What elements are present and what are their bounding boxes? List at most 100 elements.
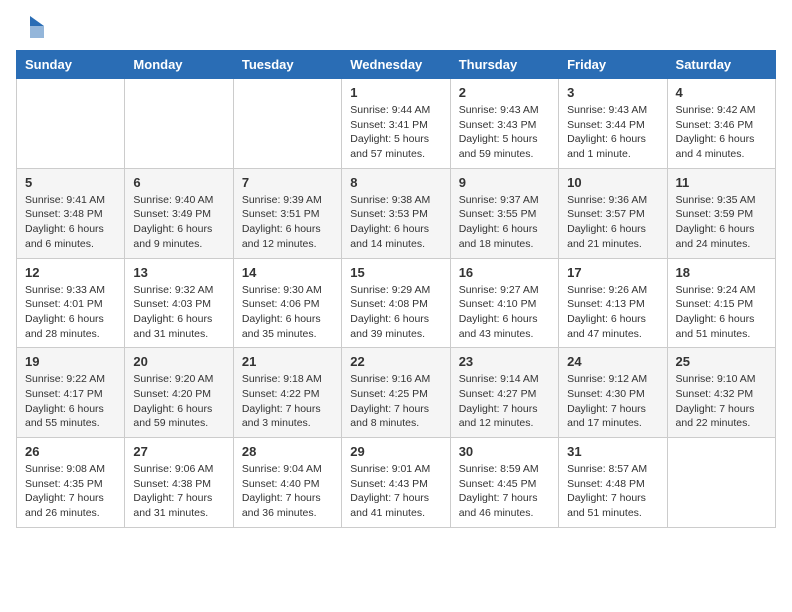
day-info: Sunrise: 9:24 AM Sunset: 4:15 PM Dayligh…: [676, 283, 767, 342]
day-number: 10: [567, 175, 658, 190]
day-number: 8: [350, 175, 441, 190]
day-info: Sunrise: 9:37 AM Sunset: 3:55 PM Dayligh…: [459, 193, 550, 252]
day-of-week-header: Saturday: [667, 51, 775, 79]
day-number: 18: [676, 265, 767, 280]
calendar-cell: 2 Sunrise: 9:43 AM Sunset: 3:43 PM Daylig…: [450, 79, 558, 169]
calendar-cell: [125, 79, 233, 169]
calendar-cell: 26 Sunrise: 9:08 AM Sunset: 4:35 PM Dayli…: [17, 438, 125, 528]
calendar-cell: 23 Sunrise: 9:14 AM Sunset: 4:27 PM Dayli…: [450, 348, 558, 438]
day-info: Sunrise: 9:27 AM Sunset: 4:10 PM Dayligh…: [459, 283, 550, 342]
day-number: 7: [242, 175, 333, 190]
day-info: Sunrise: 8:59 AM Sunset: 4:45 PM Dayligh…: [459, 462, 550, 521]
calendar-cell: 1 Sunrise: 9:44 AM Sunset: 3:41 PM Daylig…: [342, 79, 450, 169]
day-info: Sunrise: 9:12 AM Sunset: 4:30 PM Dayligh…: [567, 372, 658, 431]
day-info: Sunrise: 9:08 AM Sunset: 4:35 PM Dayligh…: [25, 462, 116, 521]
calendar-cell: 25Sunrise: 9:10 AM Sunset: 4:32 PM Dayli…: [667, 348, 775, 438]
day-number: 24: [567, 354, 658, 369]
day-of-week-header: Thursday: [450, 51, 558, 79]
calendar-cell: 8 Sunrise: 9:38 AM Sunset: 3:53 PM Daylig…: [342, 168, 450, 258]
day-info: Sunrise: 9:14 AM Sunset: 4:27 PM Dayligh…: [459, 372, 550, 431]
day-number: 27: [133, 444, 224, 459]
day-info: Sunrise: 9:16 AM Sunset: 4:25 PM Dayligh…: [350, 372, 441, 431]
day-info: Sunrise: 9:36 AM Sunset: 3:57 PM Dayligh…: [567, 193, 658, 252]
day-number: 5: [25, 175, 116, 190]
day-number: 29: [350, 444, 441, 459]
day-number: 11: [676, 175, 767, 190]
calendar-table: SundayMondayTuesdayWednesdayThursdayFrid…: [16, 50, 776, 528]
calendar-cell: 30Sunrise: 8:59 AM Sunset: 4:45 PM Dayli…: [450, 438, 558, 528]
calendar-cell: 18 Sunrise: 9:24 AM Sunset: 4:15 PM Dayli…: [667, 258, 775, 348]
day-info: Sunrise: 9:10 AM Sunset: 4:32 PM Dayligh…: [676, 372, 767, 431]
day-info: Sunrise: 9:42 AM Sunset: 3:46 PM Dayligh…: [676, 103, 767, 162]
calendar-cell: 5 Sunrise: 9:41 AM Sunset: 3:48 PM Daylig…: [17, 168, 125, 258]
day-info: Sunrise: 8:57 AM Sunset: 4:48 PM Dayligh…: [567, 462, 658, 521]
day-number: 17: [567, 265, 658, 280]
day-number: 13: [133, 265, 224, 280]
day-number: 6: [133, 175, 224, 190]
day-number: 12: [25, 265, 116, 280]
calendar-cell: 31 Sunrise: 8:57 AM Sunset: 4:48 PM Dayli…: [559, 438, 667, 528]
day-info: Sunrise: 9:01 AM Sunset: 4:43 PM Dayligh…: [350, 462, 441, 521]
day-info: Sunrise: 9:41 AM Sunset: 3:48 PM Dayligh…: [25, 193, 116, 252]
day-info: Sunrise: 9:04 AM Sunset: 4:40 PM Dayligh…: [242, 462, 333, 521]
day-of-week-header: Monday: [125, 51, 233, 79]
calendar-cell: 6Sunrise: 9:40 AM Sunset: 3:49 PM Daylig…: [125, 168, 233, 258]
day-number: 26: [25, 444, 116, 459]
day-info: Sunrise: 9:06 AM Sunset: 4:38 PM Dayligh…: [133, 462, 224, 521]
day-number: 2: [459, 85, 550, 100]
calendar-cell: 29 Sunrise: 9:01 AM Sunset: 4:43 PM Dayli…: [342, 438, 450, 528]
day-number: 1: [350, 85, 441, 100]
day-info: Sunrise: 9:43 AM Sunset: 3:43 PM Dayligh…: [459, 103, 550, 162]
calendar-cell: 24 Sunrise: 9:12 AM Sunset: 4:30 PM Dayli…: [559, 348, 667, 438]
day-info: Sunrise: 9:32 AM Sunset: 4:03 PM Dayligh…: [133, 283, 224, 342]
calendar-cell: [233, 79, 341, 169]
day-info: Sunrise: 9:44 AM Sunset: 3:41 PM Dayligh…: [350, 103, 441, 162]
calendar-cell: 14 Sunrise: 9:30 AM Sunset: 4:06 PM Dayli…: [233, 258, 341, 348]
day-info: Sunrise: 9:18 AM Sunset: 4:22 PM Dayligh…: [242, 372, 333, 431]
day-number: 14: [242, 265, 333, 280]
calendar-cell: 17 Sunrise: 9:26 AM Sunset: 4:13 PM Dayli…: [559, 258, 667, 348]
calendar-cell: 19 Sunrise: 9:22 AM Sunset: 4:17 PM Dayli…: [17, 348, 125, 438]
day-number: 9: [459, 175, 550, 190]
day-info: Sunrise: 9:20 AM Sunset: 4:20 PM Dayligh…: [133, 372, 224, 431]
day-number: 20: [133, 354, 224, 369]
day-info: Sunrise: 9:39 AM Sunset: 3:51 PM Dayligh…: [242, 193, 333, 252]
day-info: Sunrise: 9:33 AM Sunset: 4:01 PM Dayligh…: [25, 283, 116, 342]
page-header: [16, 16, 776, 38]
day-info: Sunrise: 9:43 AM Sunset: 3:44 PM Dayligh…: [567, 103, 658, 162]
day-number: 28: [242, 444, 333, 459]
day-number: 19: [25, 354, 116, 369]
day-number: 22: [350, 354, 441, 369]
calendar-cell: 4 Sunrise: 9:42 AM Sunset: 3:46 PM Daylig…: [667, 79, 775, 169]
calendar-cell: 15 Sunrise: 9:29 AM Sunset: 4:08 PM Dayli…: [342, 258, 450, 348]
calendar-cell: [667, 438, 775, 528]
day-number: 3: [567, 85, 658, 100]
day-of-week-header: Sunday: [17, 51, 125, 79]
calendar-cell: 7 Sunrise: 9:39 AM Sunset: 3:51 PM Daylig…: [233, 168, 341, 258]
calendar-cell: 27 Sunrise: 9:06 AM Sunset: 4:38 PM Dayli…: [125, 438, 233, 528]
calendar-cell: 28 Sunrise: 9:04 AM Sunset: 4:40 PM Dayli…: [233, 438, 341, 528]
calendar-cell: 11 Sunrise: 9:35 AM Sunset: 3:59 PM Dayli…: [667, 168, 775, 258]
day-number: 16: [459, 265, 550, 280]
day-info: Sunrise: 9:35 AM Sunset: 3:59 PM Dayligh…: [676, 193, 767, 252]
day-info: Sunrise: 9:30 AM Sunset: 4:06 PM Dayligh…: [242, 283, 333, 342]
day-info: Sunrise: 9:29 AM Sunset: 4:08 PM Dayligh…: [350, 283, 441, 342]
day-info: Sunrise: 9:38 AM Sunset: 3:53 PM Dayligh…: [350, 193, 441, 252]
calendar-cell: 9 Sunrise: 9:37 AM Sunset: 3:55 PM Daylig…: [450, 168, 558, 258]
day-info: Sunrise: 9:26 AM Sunset: 4:13 PM Dayligh…: [567, 283, 658, 342]
logo-icon: [16, 16, 44, 38]
day-number: 31: [567, 444, 658, 459]
calendar-cell: 12 Sunrise: 9:33 AM Sunset: 4:01 PM Dayli…: [17, 258, 125, 348]
day-of-week-header: Tuesday: [233, 51, 341, 79]
day-info: Sunrise: 9:22 AM Sunset: 4:17 PM Dayligh…: [25, 372, 116, 431]
day-number: 23: [459, 354, 550, 369]
day-of-week-header: Wednesday: [342, 51, 450, 79]
calendar-cell: 10 Sunrise: 9:36 AM Sunset: 3:57 PM Dayli…: [559, 168, 667, 258]
calendar-cell: 13 Sunrise: 9:32 AM Sunset: 4:03 PM Dayli…: [125, 258, 233, 348]
day-number: 15: [350, 265, 441, 280]
calendar-cell: [17, 79, 125, 169]
calendar-cell: 22 Sunrise: 9:16 AM Sunset: 4:25 PM Dayli…: [342, 348, 450, 438]
day-number: 4: [676, 85, 767, 100]
logo: [16, 16, 48, 38]
calendar-cell: 3 Sunrise: 9:43 AM Sunset: 3:44 PM Daylig…: [559, 79, 667, 169]
